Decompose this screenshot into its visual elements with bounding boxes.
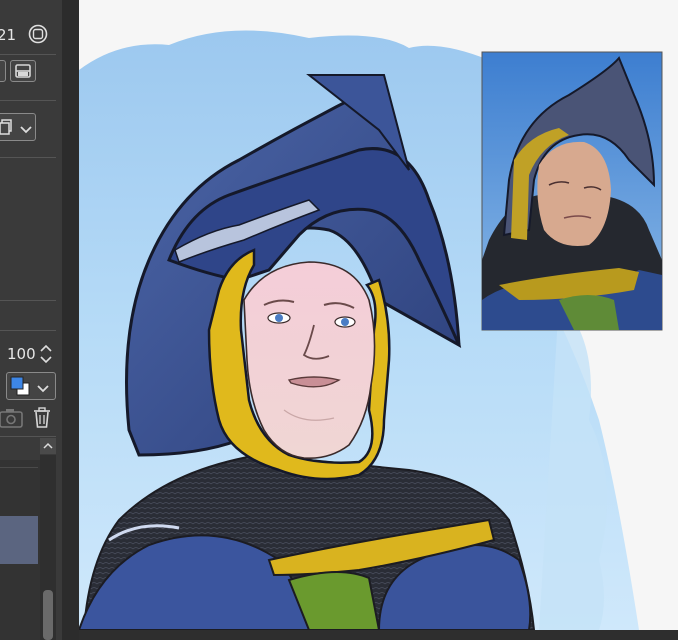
panel-splitter[interactable] <box>62 0 79 640</box>
knight-face <box>243 261 376 460</box>
layer-panel-button[interactable] <box>10 60 36 82</box>
reference-photo <box>481 51 663 331</box>
selected-layer-row[interactable] <box>0 516 38 564</box>
top-readout: 21 <box>0 26 17 44</box>
spinner-icon[interactable] <box>39 343 53 365</box>
color-swatch-icon <box>10 376 30 396</box>
scroll-up-icon[interactable] <box>40 438 56 454</box>
scrollbar-thumb[interactable] <box>43 590 53 640</box>
opacity-value[interactable]: 100 <box>7 345 36 363</box>
layer-panel-icon[interactable] <box>0 60 6 82</box>
divider <box>0 54 56 55</box>
drawing-canvas[interactable] <box>79 0 678 630</box>
canvas-bottom-bar <box>79 630 678 640</box>
copy-icon <box>0 119 13 135</box>
camera-icon[interactable] <box>0 406 26 430</box>
copy-dropdown[interactable] <box>0 113 36 141</box>
divider <box>0 300 56 301</box>
chevron-down-icon <box>36 380 50 393</box>
divider <box>0 157 56 158</box>
settings-circle-icon[interactable] <box>28 24 48 44</box>
trash-icon[interactable] <box>31 406 53 430</box>
divider <box>0 330 56 331</box>
layer-row[interactable] <box>0 467 38 468</box>
chevron-down-icon <box>19 121 33 134</box>
layer-property-panel: 21 100 <box>0 0 62 640</box>
color-swatch-dropdown[interactable] <box>6 372 56 400</box>
divider <box>0 100 56 101</box>
divider <box>0 436 56 437</box>
